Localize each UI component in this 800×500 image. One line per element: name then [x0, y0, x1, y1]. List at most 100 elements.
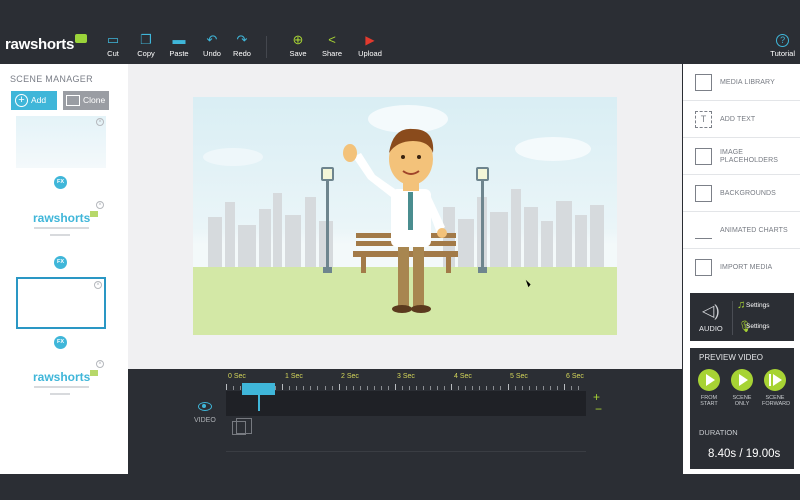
upload-button[interactable]: ▶ Upload [350, 32, 390, 58]
audio-section: ◁) AUDIO ♫ Settings 🎙 Settings [690, 293, 794, 341]
ruler-tick [437, 386, 439, 390]
preview-scene-forward-button[interactable]: SCENE FORWARD [762, 369, 790, 407]
video-track[interactable] [226, 391, 586, 416]
play-icon [698, 369, 720, 391]
background-icon [695, 185, 712, 202]
plus-icon: + [15, 94, 28, 107]
import-icon [695, 259, 712, 276]
top-toolbar: rawshorts ▭ Cut ❐ Copy ▬ Paste ↶ Undo ↷ … [0, 0, 800, 64]
second-label: 3 Sec [397, 373, 415, 380]
add-text-button[interactable]: T ADD TEXT [683, 101, 800, 138]
media-library-icon [695, 74, 712, 91]
play-forward-icon [764, 369, 786, 391]
ruler-tick [549, 386, 551, 390]
audio-preview-panel: ◁) AUDIO ♫ Settings 🎙 Settings PREVIEW V… [683, 288, 800, 474]
add-scene-button[interactable]: + Add [11, 91, 57, 110]
redo-button[interactable]: ↷ Redo [222, 32, 262, 58]
preview-from-start-button[interactable]: FROM START [696, 369, 722, 407]
duration-value: 8.40s / 19.00s [708, 448, 781, 460]
image-placeholders-button[interactable]: IMAGE PLACEHOLDERS [683, 138, 800, 175]
import-media-button[interactable]: IMPORT MEDIA [683, 249, 800, 286]
scene-thumbnail-selected[interactable]: × [16, 277, 106, 329]
media-library-button[interactable]: MEDIA LIBRARY [683, 64, 800, 101]
scene-canvas[interactable] [193, 97, 617, 335]
assets-panel: MEDIA LIBRARY T ADD TEXT IMAGE PLACEHOLD… [683, 64, 800, 288]
ruler-tick [500, 386, 502, 390]
ruler-tick [401, 386, 403, 390]
toolbar-divider [266, 36, 267, 58]
clone-scene-button[interactable]: Clone [63, 91, 109, 110]
image-placeholder-icon [695, 148, 712, 165]
layers-icon[interactable] [232, 418, 252, 435]
voice-settings-link[interactable]: Settings [746, 323, 770, 330]
zoom-out-button[interactable]: − [595, 402, 602, 416]
scene-thumbnail[interactable]: × rawshorts [16, 199, 106, 251]
clone-icon [66, 95, 80, 106]
share-button[interactable]: < Share [312, 32, 352, 58]
preview-scene-only-button[interactable]: SCENE ONLY [729, 369, 755, 407]
ruler-tick [486, 386, 488, 390]
ruler-tick [345, 386, 347, 390]
ruler-tick [535, 386, 537, 390]
youtube-icon: ▶ [365, 33, 375, 47]
close-icon[interactable]: × [94, 281, 102, 289]
ruler-tick [521, 386, 523, 390]
ruler-tick [282, 384, 284, 390]
backgrounds-button[interactable]: BACKGROUNDS [683, 175, 800, 212]
fx-button[interactable]: FX [54, 176, 67, 189]
music-note-icon: ♫ [737, 299, 746, 311]
scene-manager-title: SCENE MANAGER [10, 74, 93, 84]
close-icon[interactable]: × [96, 201, 104, 209]
scene-thumbnail[interactable]: × rawshorts [16, 358, 106, 410]
ruler-tick [233, 386, 235, 390]
ruler-tick [338, 384, 340, 390]
redo-icon: ↷ [236, 32, 248, 47]
fx-button[interactable]: FX [54, 336, 67, 349]
ruler-tick [394, 384, 396, 390]
track-divider [226, 451, 586, 452]
second-label: 5 Sec [510, 373, 528, 380]
music-settings-link[interactable]: Settings [746, 302, 770, 309]
ruler-tick [563, 384, 565, 390]
scene-manager-panel: SCENE MANAGER + Add Clone × FX × rawshor… [0, 64, 128, 474]
app-logo[interactable]: rawshorts [5, 34, 87, 53]
ruler-tick [387, 386, 389, 390]
ruler-tick [324, 386, 326, 390]
ruler-tick [458, 386, 460, 390]
ruler-tick [542, 386, 544, 390]
fx-button[interactable]: FX [54, 256, 67, 269]
ruler-tick [366, 386, 368, 390]
ruler-tick [408, 386, 410, 390]
eye-icon[interactable] [198, 402, 212, 411]
ruler-tick [373, 386, 375, 390]
ruler-tick [423, 386, 425, 390]
timeline-panel: 0 Sec 1 Sec 2 Sec 3 Sec 4 Sec 5 Sec 6 Se… [128, 369, 682, 474]
ruler-tick [296, 386, 298, 390]
ruler-tick [331, 386, 333, 390]
ruler-tick [444, 386, 446, 390]
ruler-tick [416, 386, 417, 390]
ruler-tick [507, 384, 509, 390]
scene-thumbnail[interactable]: × [16, 116, 106, 168]
ruler-tick [493, 386, 495, 390]
close-icon[interactable]: × [96, 360, 104, 368]
tutorial-button[interactable]: ? Tutorial [770, 34, 795, 58]
close-icon[interactable]: × [96, 118, 104, 126]
ruler-tick [303, 386, 305, 390]
ruler-tick [310, 386, 312, 390]
help-icon: ? [776, 34, 790, 47]
ruler-tick [430, 386, 432, 390]
ruler-tick [472, 386, 474, 390]
animated-charts-button[interactable]: ANIMATED CHARTS [683, 212, 800, 249]
raw-shorts-editor: rawshorts ▭ Cut ❐ Copy ▬ Paste ↶ Undo ↷ … [0, 0, 800, 500]
share-icon: < [328, 32, 336, 47]
speaker-icon[interactable]: ◁) [702, 301, 720, 321]
ruler-tick [570, 386, 572, 390]
ruler-tick [465, 386, 467, 390]
chart-icon [695, 222, 712, 239]
ruler-tick [352, 386, 354, 390]
play-icon [731, 369, 753, 391]
ruler-tick [479, 386, 481, 390]
playhead[interactable] [258, 393, 260, 411]
video-track-label: VIDEO [194, 417, 216, 424]
